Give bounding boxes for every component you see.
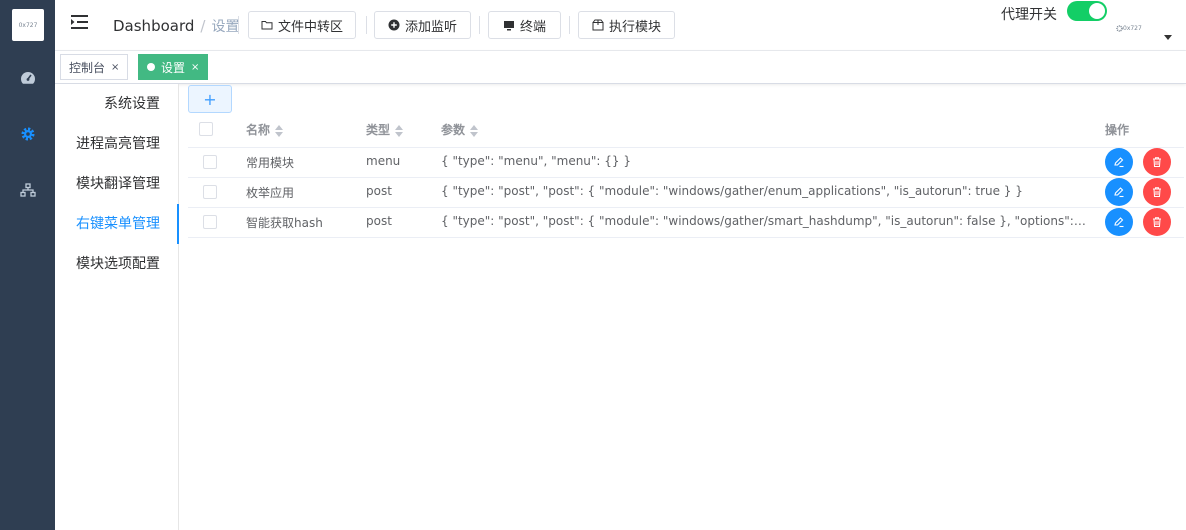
avatar-gear-icon [1116,24,1123,32]
menu-item-module-options[interactable]: 模块选项配置 [76,244,160,284]
terminal-button[interactable]: 终端 [488,11,561,39]
divider [366,16,367,34]
tag-label: 设置 [161,60,186,75]
proxy-switch-label: 代理开关 [1001,7,1057,23]
row-params: { "type": "post", "post": { "module": "w… [441,184,1023,198]
run-module-label: 执行模块 [608,19,661,35]
menu-item-process-highlight[interactable]: 进程高亮管理 [76,124,160,164]
edit-icon [1114,157,1124,168]
divider [188,147,1184,148]
left-rail: 0x727 [0,0,55,530]
row-name: 枚举应用 [246,186,295,200]
file-transfer-label: 文件中转区 [277,19,343,35]
column-header-actions: 操作 [1105,123,1130,137]
trash-icon [1153,187,1161,197]
breadcrumb-current: 设置 [211,19,240,35]
divider [238,16,239,34]
header-label: 类型 [366,123,391,137]
folder-icon [261,21,273,30]
menu-item-module-translation[interactable]: 模块翻译管理 [76,164,160,204]
edit-icon [1114,217,1124,228]
row-name: 常用模块 [246,156,295,170]
tag-console[interactable]: 控制台 × [60,54,129,80]
column-header-type[interactable]: 类型 [366,115,404,147]
row-type: post [366,214,392,228]
avatar-text: 0x727 [1123,24,1142,32]
logo-text: 0x727 [18,21,38,29]
plus-circle-icon [388,19,400,31]
row-checkbox[interactable] [203,155,217,169]
tags-view: 控制台 × 设置 × [55,51,1186,84]
close-icon[interactable]: × [111,62,119,73]
run-module-button[interactable]: 执行模块 [578,11,675,39]
edit-button[interactable] [1105,208,1133,236]
delete-button[interactable] [1143,208,1171,236]
monitor-icon [503,20,514,30]
app-logo[interactable]: 0x727 [12,9,44,41]
sort-icon[interactable] [395,124,404,137]
network-icon[interactable] [16,178,40,202]
active-dot-icon [147,63,155,71]
delete-button[interactable] [1143,178,1171,206]
active-indicator [177,204,179,244]
row-name: 智能获取hash [246,216,323,230]
edit-icon [1114,187,1124,198]
trash-icon [1153,217,1161,227]
terminal-label: 终端 [519,19,546,35]
box-icon [592,19,604,31]
proxy-switch-toggle[interactable] [1067,1,1107,21]
caret-down-icon[interactable] [1164,35,1172,40]
edit-button[interactable] [1105,178,1133,206]
divider [188,237,1184,238]
file-transfer-button[interactable]: 文件中转区 [248,11,356,39]
sort-icon[interactable] [470,124,479,137]
trash-icon [1153,157,1161,167]
divider [569,16,570,34]
add-listener-label: 添加监听 [404,19,457,35]
divider [479,16,480,34]
add-listener-button[interactable]: 添加监听 [374,11,471,39]
divider [188,177,1184,178]
tag-label: 控制台 [69,60,106,75]
row-checkbox[interactable] [203,215,217,229]
close-icon[interactable]: × [191,62,199,73]
header-label: 参数 [441,123,466,137]
column-header-params[interactable]: 参数 [441,115,479,147]
divider [188,207,1184,208]
breadcrumb-separator: / [200,17,206,35]
dashboard-icon[interactable] [16,66,40,90]
menu-item-system-settings[interactable]: 系统设置 [104,84,160,124]
select-all-checkbox[interactable] [199,122,213,136]
breadcrumb: Dashboard / 设置 [113,16,239,36]
column-header-name[interactable]: 名称 [246,115,284,147]
delete-button[interactable] [1143,148,1171,176]
tag-settings[interactable]: 设置 × [138,54,209,80]
breadcrumb-dashboard[interactable]: Dashboard [113,17,194,35]
hamburger-icon[interactable] [71,14,91,34]
gear-icon[interactable] [16,122,40,146]
row-params: { "type": "post", "post": { "module": "w… [441,214,1086,228]
row-params: { "type": "menu", "menu": {} } [441,154,632,168]
row-checkbox[interactable] [203,185,217,199]
avatar[interactable]: 0x727 [1116,22,1150,34]
add-button[interactable]: + [188,85,232,113]
menu-item-context-menu[interactable]: 右键菜单管理 [76,204,160,244]
edit-button[interactable] [1105,148,1133,176]
toggle-knob [1089,3,1105,19]
settings-menu: 系统设置 进程高亮管理 模块翻译管理 右键菜单管理 模块选项配置 [55,84,179,530]
top-navbar: Dashboard / 设置 文件中转区 添加监听 终端 执行模块 代理开关 0x7… [55,0,1186,51]
row-type: menu [366,154,401,168]
header-label: 名称 [246,123,271,137]
sort-icon[interactable] [275,124,284,137]
row-type: post [366,184,392,198]
